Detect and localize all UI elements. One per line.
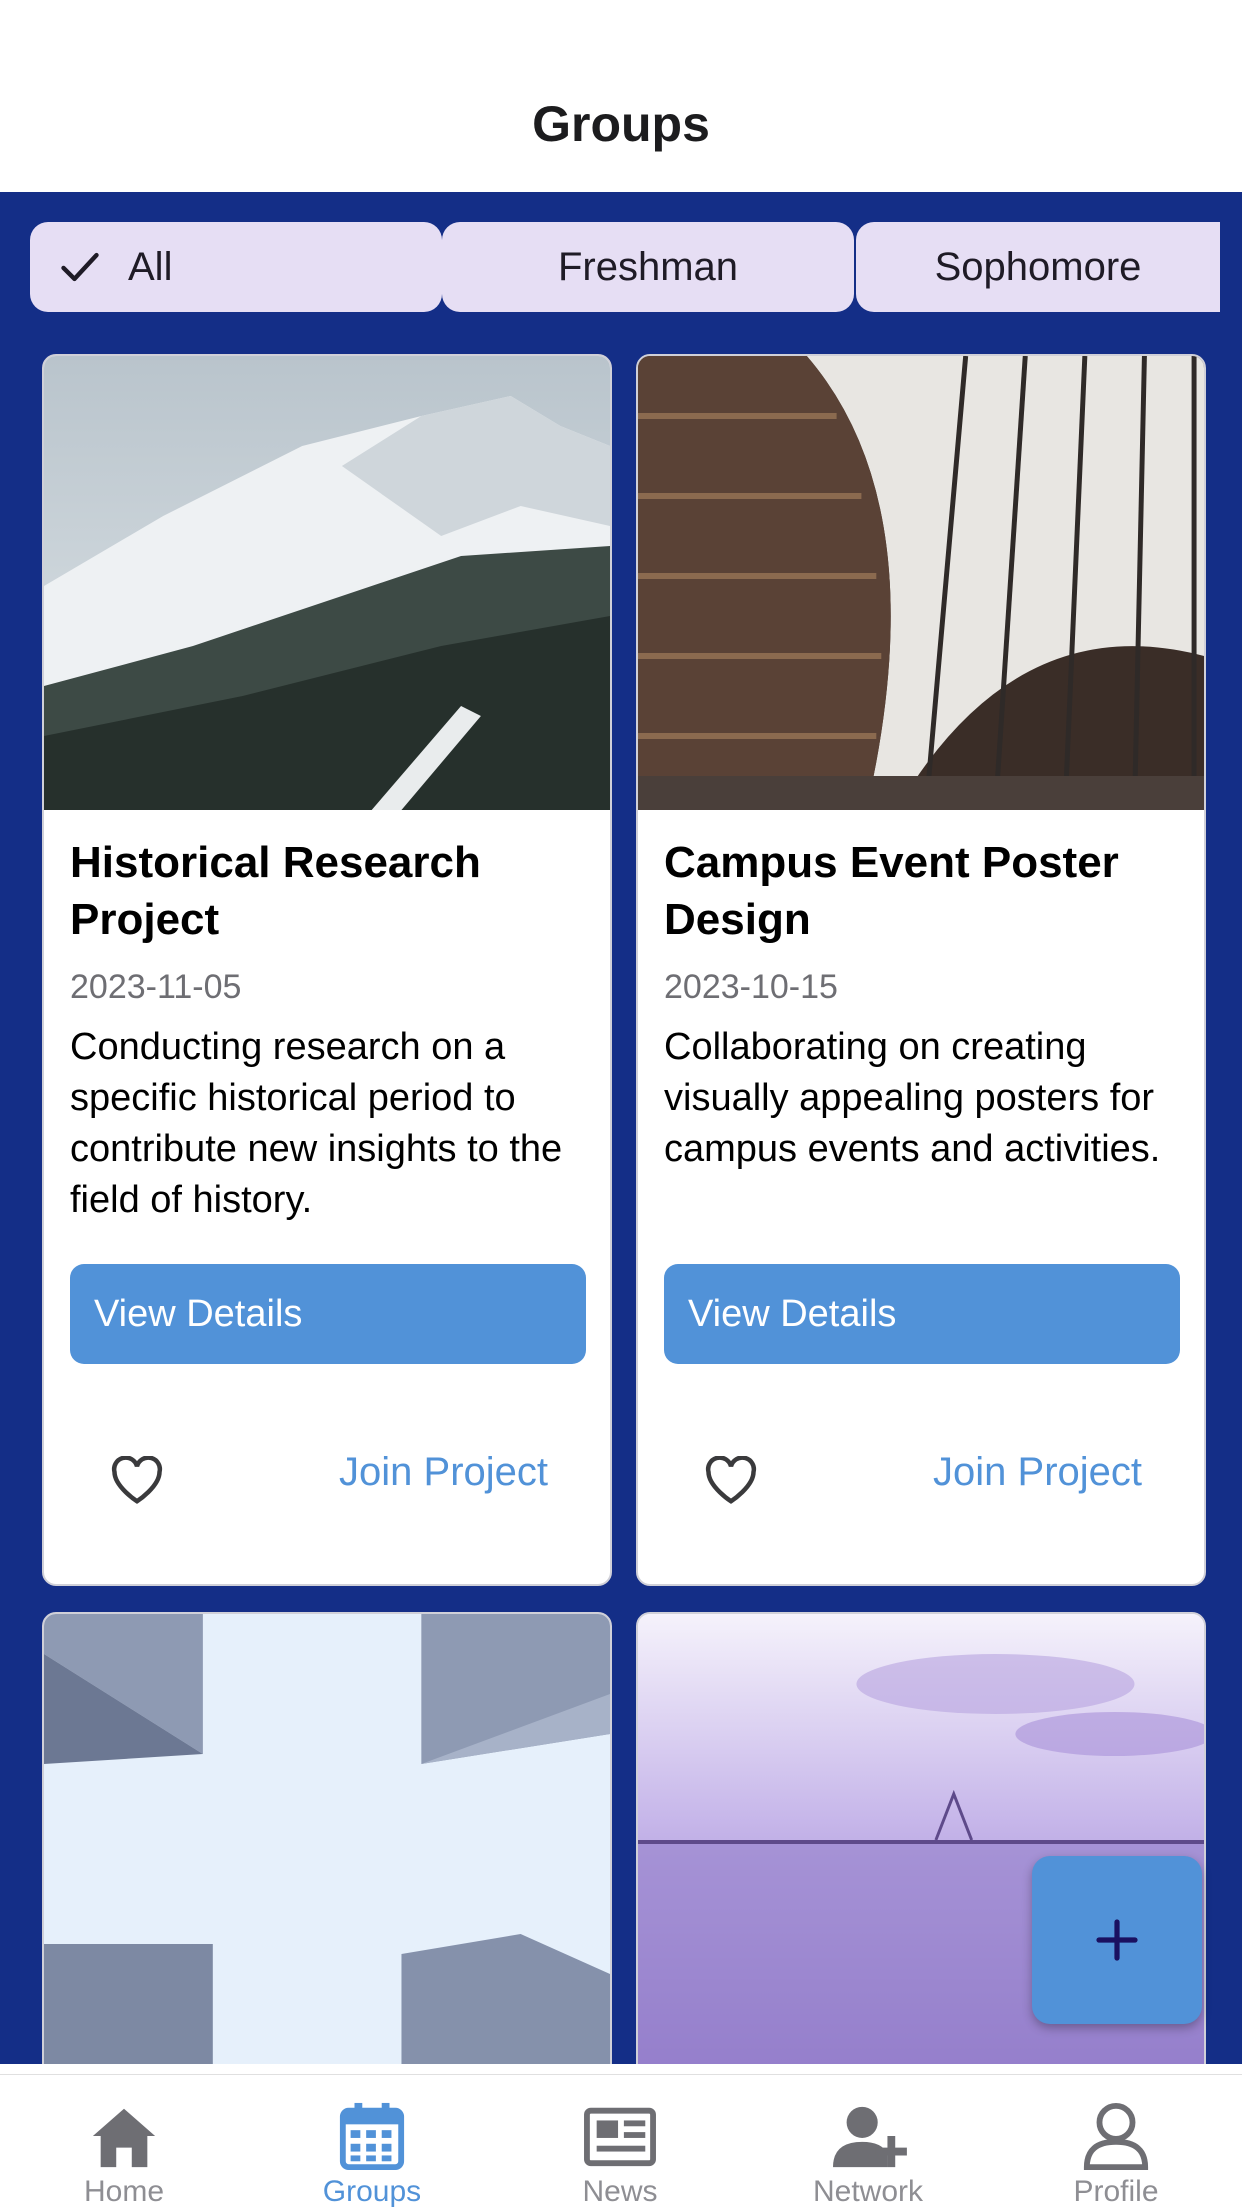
check-icon xyxy=(61,252,99,282)
filter-chip-label: Sophomore xyxy=(934,244,1142,289)
view-details-button[interactable]: View Details xyxy=(664,1264,1180,1364)
tab-home[interactable]: Home xyxy=(0,2075,248,2208)
home-icon xyxy=(92,2108,156,2168)
tab-news[interactable]: News xyxy=(496,2075,744,2208)
filter-chip-label: All xyxy=(128,244,173,289)
library-bookshelves-photo xyxy=(638,356,1204,810)
project-card[interactable]: Historical Research Project 2023-11-05 C… xyxy=(42,354,612,1586)
buildings-sky-photo xyxy=(44,1614,610,2064)
view-details-button[interactable]: View Details xyxy=(70,1264,586,1364)
groups-content[interactable]: All Freshman Sophomore Historical Resear… xyxy=(0,192,1242,2064)
heart-icon[interactable] xyxy=(704,1456,758,1506)
filter-chip-all[interactable]: All xyxy=(30,222,442,312)
tab-groups[interactable]: Groups xyxy=(248,2075,496,2208)
tab-label: News xyxy=(582,2175,658,2208)
card-date: 2023-11-05 xyxy=(70,968,242,1006)
bottom-tab-bar: Home Groups News Network Profile xyxy=(0,2074,1242,2208)
tab-label: Home xyxy=(83,2175,165,2208)
filter-chip-freshman[interactable]: Freshman xyxy=(442,222,854,312)
add-project-button[interactable] xyxy=(1032,1856,1202,2024)
join-project-link[interactable]: Join Project xyxy=(933,1450,1142,1495)
project-card[interactable]: Campus Event Poster Design 2023-10-15 Co… xyxy=(636,354,1206,1586)
tab-network[interactable]: Network xyxy=(744,2075,992,2208)
calendar-icon xyxy=(339,2102,405,2171)
card-title: Historical Research Project xyxy=(70,838,481,944)
tab-label: Profile xyxy=(1073,2175,1159,2208)
join-project-link[interactable]: Join Project xyxy=(339,1450,548,1495)
app-header: Groups xyxy=(0,0,1242,192)
heart-icon[interactable] xyxy=(110,1456,164,1506)
profile-icon xyxy=(1083,2102,1149,2171)
filter-chip-label: Freshman xyxy=(557,244,739,289)
snowy-mountain-photo xyxy=(44,356,610,810)
filter-chip-sophomore[interactable]: Sophomore xyxy=(856,222,1220,312)
filter-chips: All Freshman Sophomore xyxy=(0,222,1242,312)
card-date: 2023-10-15 xyxy=(664,968,838,1006)
card-description: Collaborating on creating visually appea… xyxy=(664,1026,1161,1170)
card-description: Conducting research on a specific histor… xyxy=(70,1026,563,1221)
add-user-icon xyxy=(833,2106,907,2168)
tab-label: Network xyxy=(812,2175,924,2208)
newspaper-icon xyxy=(584,2107,656,2167)
page-title: Groups xyxy=(532,96,710,152)
project-card[interactable] xyxy=(42,1612,612,2064)
plus-icon xyxy=(1096,1919,1138,1961)
tab-profile[interactable]: Profile xyxy=(992,2075,1240,2208)
card-title: Campus Event Poster Design xyxy=(664,838,1119,944)
tab-label: Groups xyxy=(322,2175,422,2208)
